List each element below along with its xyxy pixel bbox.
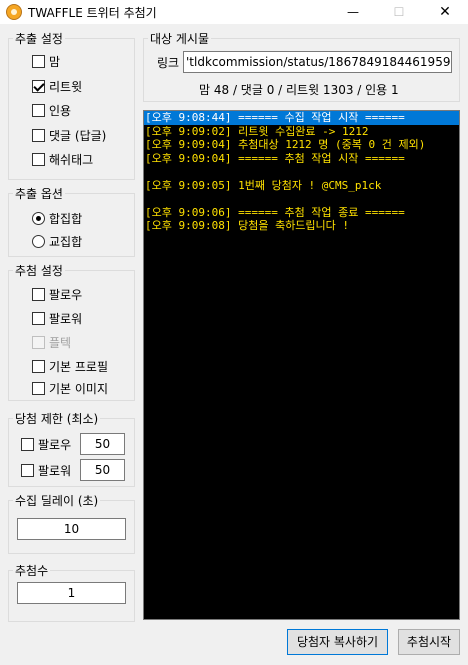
intersection-label: 교집합 [49, 235, 83, 249]
limit-follower-input[interactable]: 50 [80, 459, 125, 481]
log-line: [오후 9:09:02] 리트윗 수집완료 -> 1212 [145, 124, 369, 138]
copy-winner-button[interactable]: 당첨자 복사하기 [287, 629, 388, 655]
target-post-title: 대상 게시물 [148, 30, 212, 47]
draw-settings-title: 추첨 설정 [13, 262, 65, 279]
log-panel[interactable]: [오후 9:08:44] ====== 수집 작업 시작 ====== [오후 … [143, 110, 460, 620]
collect-delay-input[interactable]: 10 [17, 518, 126, 540]
log-line: [오후 9:09:08] 당첨을 축하드립니다 ! [145, 219, 350, 232]
extract-settings-title: 추출 설정 [13, 30, 65, 47]
win-limit-title: 당첨 제한 (최소) [13, 410, 101, 427]
collect-delay-title: 수집 딜레이 (초) [13, 492, 101, 509]
log-line: [오후 9:09:06] ====== 추첨 작업 종료 ====== [145, 205, 405, 219]
checkbox-like[interactable]: 맘 [32, 53, 60, 70]
limit-follower-label: 팔로워 [38, 464, 72, 478]
like-checkbox-box[interactable] [32, 55, 45, 68]
checkbox-limit-follower[interactable]: 팔로워 [21, 462, 71, 479]
minimize-button[interactable]: — [330, 0, 376, 24]
protected-label: 플텍 [49, 336, 72, 350]
following-label: 팔로우 [49, 288, 83, 302]
checkbox-default-image[interactable]: 기본 이미지 [32, 380, 108, 397]
limit-following-label: 팔로우 [38, 438, 72, 452]
title-bar: TWAFFLE 트위터 추첨기 — ☐ ✕ [0, 0, 468, 24]
window-title: TWAFFLE 트위터 추첨기 [28, 6, 157, 20]
hashtag-label: 해쉬태그 [49, 153, 94, 167]
union-label: 합집합 [49, 212, 83, 226]
draw-count-title: 추첨수 [13, 562, 51, 579]
default-profile-label: 기본 프로필 [49, 360, 109, 374]
maximize-button[interactable]: ☐ [376, 0, 422, 24]
checkbox-reply[interactable]: 댓글 (답글) [32, 127, 106, 144]
default-image-label: 기본 이미지 [49, 382, 109, 396]
radio-intersection[interactable]: 교집합 [32, 233, 82, 250]
protected-checkbox-box [32, 336, 45, 349]
union-radio-button[interactable] [32, 212, 45, 225]
post-stats: 맘 48 / 댓글 0 / 리트윗 1303 / 인용 1 [199, 83, 399, 97]
like-label: 맘 [49, 55, 61, 69]
log-line: [오후 9:08:44] ====== 수집 작업 시작 ====== [144, 111, 459, 125]
quote-label: 인용 [49, 104, 72, 118]
checkbox-limit-following[interactable]: 팔로우 [21, 436, 71, 453]
default-profile-checkbox-box[interactable] [32, 360, 45, 373]
limit-following-checkbox-box[interactable] [21, 438, 34, 451]
link-input[interactable]: 'tldkcommission/status/18678491844619593… [183, 51, 452, 73]
checkbox-protected: 플텍 [32, 334, 71, 351]
checkbox-hashtag[interactable]: 해쉬태그 [32, 151, 93, 168]
radio-union[interactable]: 합집합 [32, 210, 82, 227]
checkbox-default-profile[interactable]: 기본 프로필 [32, 358, 108, 375]
quote-checkbox-box[interactable] [32, 104, 45, 117]
checkbox-following[interactable]: 팔로우 [32, 286, 82, 303]
draw-count-input[interactable]: 1 [17, 582, 126, 604]
retweet-checkbox-box[interactable] [32, 80, 45, 93]
following-checkbox-box[interactable] [32, 288, 45, 301]
hashtag-checkbox-box[interactable] [32, 153, 45, 166]
link-label: 링크 [157, 56, 180, 70]
follower-checkbox-box[interactable] [32, 312, 45, 325]
start-draw-button[interactable]: 추첨시작 [398, 629, 460, 655]
checkbox-retweet[interactable]: 리트윗 [32, 78, 82, 95]
reply-label: 댓글 (답글) [49, 129, 107, 143]
extract-options-title: 추출 옵션 [13, 185, 65, 202]
checkbox-quote[interactable]: 인용 [32, 102, 71, 119]
retweet-label: 리트윗 [49, 80, 83, 94]
intersection-radio-button[interactable] [32, 235, 45, 248]
app-logo-icon [6, 4, 22, 20]
close-button[interactable]: ✕ [422, 0, 468, 24]
log-line: [오후 9:09:05] 1번째 당첨자 ! @CMS_p1ck [145, 178, 382, 192]
limit-following-input[interactable]: 50 [80, 433, 125, 455]
follower-label: 팔로워 [49, 312, 83, 326]
log-line: [오후 9:09:04] ====== 추첨 작업 시작 ====== [145, 151, 405, 165]
checkbox-follower[interactable]: 팔로워 [32, 310, 82, 327]
log-line: [오후 9:09:04] 추첨대상 1212 명 (중복 0 건 제외) [145, 138, 426, 151]
limit-follower-checkbox-box[interactable] [21, 464, 34, 477]
default-image-checkbox-box[interactable] [32, 382, 45, 395]
reply-checkbox-box[interactable] [32, 129, 45, 142]
